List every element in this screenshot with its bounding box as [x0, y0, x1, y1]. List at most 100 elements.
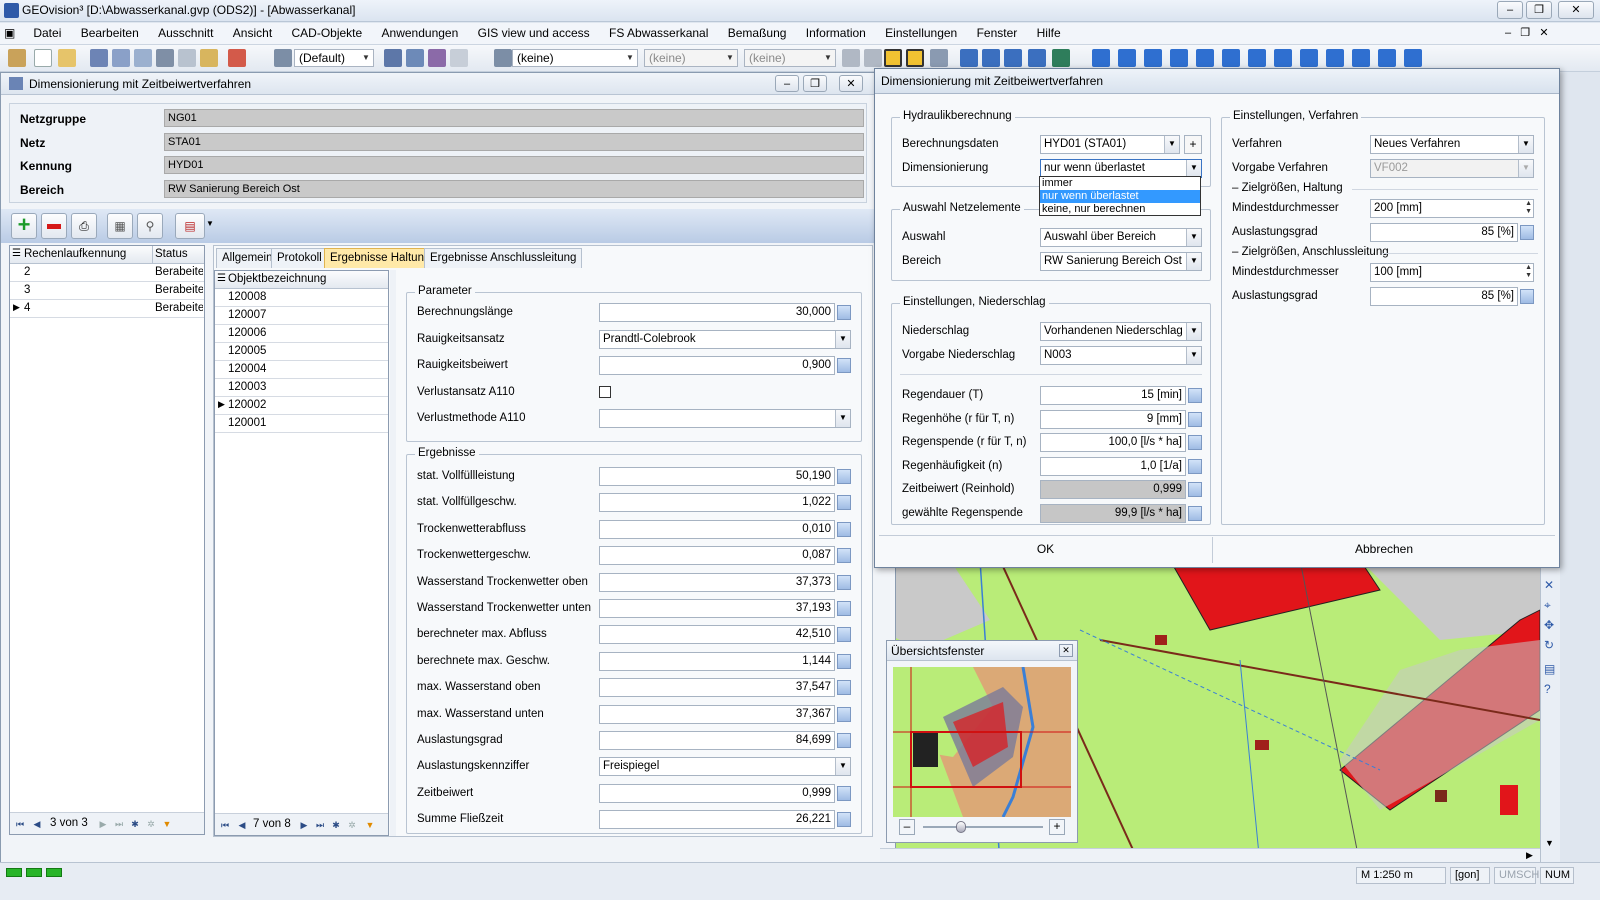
copy-object-icon[interactable]	[406, 49, 424, 67]
info-layer-icon[interactable]	[1274, 49, 1292, 67]
menu-fs-abwasserkanal[interactable]: FS Abwasserkanal	[601, 23, 716, 40]
link-button[interactable]: ⚲	[137, 213, 163, 239]
select-frame-icon[interactable]	[884, 49, 902, 67]
info-list-icon[interactable]	[1326, 49, 1344, 67]
auswahl-combo[interactable]: Auswahl über Bereich ▼	[1040, 228, 1202, 247]
tab-allgemein[interactable]: Allgemein	[216, 248, 279, 268]
calc-icon[interactable]	[837, 706, 851, 722]
export-icon[interactable]	[200, 49, 218, 67]
move-icon[interactable]	[384, 49, 402, 67]
mdi-window-controls-icon[interactable]: – ❐ ✕	[1505, 26, 1549, 39]
calc-icon[interactable]	[837, 733, 851, 748]
calc-icon[interactable]	[1520, 225, 1534, 240]
calc-icon[interactable]	[1188, 482, 1202, 497]
table-row[interactable]: ▶ 120002	[215, 397, 388, 415]
calc-icon[interactable]	[1188, 388, 1202, 403]
prev-record-icon[interactable]: ◀	[30, 817, 44, 831]
niederschlag-combo[interactable]: Vorhandenen Niederschlag ver ▼	[1040, 322, 1202, 341]
menu-einstellungen[interactable]: Einstellungen	[877, 23, 965, 40]
calc-icon[interactable]	[1188, 435, 1202, 450]
zoom-out-icon[interactable]	[1028, 49, 1046, 67]
calculator-icon[interactable]	[1378, 49, 1396, 67]
calculator-button[interactable]: ▦	[107, 213, 133, 239]
report-dropdown-button[interactable]: ▤	[175, 213, 205, 239]
menu-fenster[interactable]: Fenster	[969, 23, 1026, 40]
value-field[interactable]: 0,010	[599, 519, 835, 539]
menu-anwendungen[interactable]: Anwendungen	[374, 23, 467, 40]
info-table-icon[interactable]	[1352, 49, 1370, 67]
overview-map[interactable]	[893, 667, 1071, 817]
help-icon[interactable]: ?	[1544, 682, 1551, 696]
table-row[interactable]: 120008	[215, 289, 388, 307]
zoom-out-button[interactable]: –	[899, 819, 915, 835]
print-preview-icon[interactable]	[178, 49, 196, 67]
value-field[interactable]: 0,900	[599, 356, 835, 375]
calc-icon[interactable]	[837, 469, 851, 484]
zoom-window-icon[interactable]	[960, 49, 978, 67]
calc-icon[interactable]	[837, 358, 851, 373]
measure-icon[interactable]: ⌖	[1544, 598, 1551, 613]
save-icon[interactable]	[112, 49, 130, 67]
niederschlag-row-value[interactable]: 1,0 [1/a]	[1040, 456, 1186, 476]
calc-icon[interactable]	[837, 653, 851, 669]
cancel-button[interactable]: Abbrechen	[1215, 537, 1553, 563]
value-field[interactable]: 37,193	[599, 599, 835, 618]
spinner-arrows-icon[interactable]: ▲ ▼	[1525, 264, 1532, 280]
transform-icon[interactable]	[428, 49, 446, 67]
menu-ausschnitt[interactable]: Ausschnitt	[150, 23, 221, 40]
zoom-in-icon[interactable]	[1004, 49, 1022, 67]
niederschlag-row-value[interactable]: 9 [mm]	[1040, 409, 1186, 429]
chevron-down-icon[interactable]: ▼	[206, 219, 214, 228]
calc-icon[interactable]	[1520, 289, 1534, 304]
value-field[interactable]: 1,022	[599, 493, 835, 513]
menu-datei[interactable]: Datei	[25, 23, 69, 40]
spinner-arrows-icon[interactable]: ▲ ▼	[1525, 200, 1532, 216]
menu-hilfe[interactable]: Hilfe	[1029, 23, 1069, 40]
calc-icon[interactable]	[837, 680, 851, 696]
window-close-button[interactable]: ✕	[839, 75, 863, 92]
default-combo[interactable]: (Default) ▼	[294, 49, 374, 67]
rotate-icon[interactable]: ↻	[1544, 638, 1554, 652]
close-button[interactable]: ✕	[1558, 1, 1594, 19]
settings-icon[interactable]	[1404, 49, 1422, 67]
grid-icon[interactable]	[864, 49, 882, 67]
combo-field[interactable]: Freispiegel ▼	[599, 757, 851, 777]
value-field[interactable]: 0,999	[599, 783, 835, 803]
table-row[interactable]: 120005	[215, 343, 388, 361]
horizontal-scrollbar[interactable]: ▶	[880, 848, 1540, 862]
col-objektbezeichnung[interactable]: Objektbezeichnung	[228, 273, 326, 285]
grid-menu-icon[interactable]: ☰	[12, 248, 21, 259]
value-field[interactable]: 26,221	[599, 810, 835, 830]
value-field[interactable]: 1,144	[599, 651, 835, 671]
calc-icon[interactable]	[837, 601, 851, 616]
info-text-icon[interactable]	[1196, 49, 1214, 67]
layers-icon[interactable]: ▤	[1544, 662, 1555, 676]
verfahren-combo[interactable]: Neues Verfahren ▼	[1370, 135, 1534, 154]
filter-icon[interactable]: ▼	[363, 818, 377, 832]
filter-icon[interactable]: ▼	[160, 817, 174, 831]
haltung-auslastungsgrad-field[interactable]: 85 [%]	[1370, 223, 1518, 242]
niederschlag-row-value[interactable]: 15 [min]	[1040, 386, 1186, 405]
tab-ergebnisse-haltung[interactable]: Ergebnisse Haltung	[324, 248, 437, 268]
doc-icon[interactable]: ▣	[0, 23, 22, 40]
first-record-icon[interactable]: ⏮	[218, 818, 232, 832]
tab-protokoll[interactable]: Protokoll	[271, 248, 328, 268]
open-folder-icon[interactable]	[58, 49, 76, 67]
value-field[interactable]: 84,699	[599, 731, 835, 750]
dropdown-option-keine[interactable]: keine, nur berechnen	[1040, 203, 1200, 216]
value-field[interactable]: 37,373	[599, 572, 835, 592]
delete-run-button[interactable]	[41, 213, 67, 239]
select-window-icon[interactable]	[906, 49, 924, 67]
next-record-icon[interactable]: ▶	[297, 818, 311, 832]
last-record-icon[interactable]: ⏭	[313, 818, 327, 832]
minimize-button[interactable]: –	[1497, 1, 1523, 19]
keine-combo-1[interactable]: (keine) ▼	[512, 49, 638, 67]
calc-icon[interactable]	[837, 521, 851, 537]
menu-cad-objekte[interactable]: CAD-Objekte	[284, 23, 371, 40]
info-point-icon[interactable]	[1170, 49, 1188, 67]
menu-information[interactable]: Information	[798, 23, 874, 40]
ok-button[interactable]: OK	[879, 537, 1213, 563]
calc-icon[interactable]	[837, 548, 851, 564]
info-symbol-icon[interactable]	[1222, 49, 1240, 67]
calc-icon[interactable]	[1188, 505, 1202, 521]
